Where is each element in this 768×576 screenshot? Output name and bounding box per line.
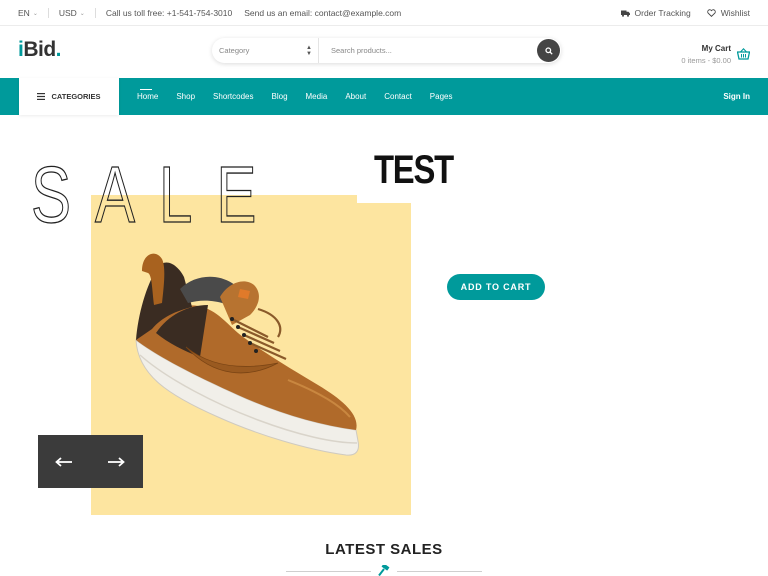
sale-text: SALE	[31, 150, 280, 227]
arrow-right-icon	[108, 456, 125, 467]
nav-item-shortcodes[interactable]: Shortcodes	[213, 78, 253, 115]
title-divider-right	[397, 571, 482, 572]
prev-slide-button[interactable]	[38, 435, 90, 488]
hero-slider: SALE TEST ADD TO CART	[0, 115, 768, 535]
order-tracking-label: Order Tracking	[634, 8, 691, 18]
sneaker-image	[135, 253, 359, 456]
nav-item-home[interactable]: Home	[137, 78, 158, 115]
top-bar: EN ⌄ USD ⌄ Call us toll free: +1-541-754…	[0, 0, 768, 26]
cart-title: My Cart	[701, 43, 731, 53]
add-to-cart-button[interactable]: ADD TO CART	[447, 274, 545, 300]
site-header: iBid. Category ▲▼ My Cart 0 items - $0.0…	[0, 26, 768, 78]
next-slide-button[interactable]	[90, 435, 142, 488]
divider	[94, 8, 96, 18]
heart-icon	[707, 9, 716, 17]
title-divider-left	[286, 571, 371, 572]
search-button[interactable]	[537, 39, 560, 62]
divider	[47, 8, 49, 18]
search-category-select[interactable]: Category ▲ ▼	[212, 38, 319, 63]
chevron-down-icon: ⌄	[79, 10, 85, 17]
wishlist-label: Wishlist	[720, 8, 750, 18]
nav-item-about[interactable]: About	[345, 78, 366, 115]
search-category-label: Category	[219, 46, 250, 55]
search-icon	[544, 46, 553, 55]
test-text: TEST	[374, 148, 454, 192]
nav-item-contact[interactable]: Contact	[384, 78, 412, 115]
sign-in-link[interactable]: Sign In	[723, 78, 750, 115]
currency-selector[interactable]: USD ⌄	[59, 8, 85, 18]
main-nav: CATEGORIES Home Shop Shortcodes Blog Med…	[0, 78, 768, 115]
hammer-icon	[378, 565, 390, 576]
logo-text: Bid	[23, 38, 56, 61]
search-bar: Category ▲ ▼	[212, 38, 561, 63]
site-logo[interactable]: iBid.	[18, 38, 62, 62]
language-label: EN	[18, 8, 30, 18]
currency-label: USD	[58, 8, 77, 18]
sale-outline-text: SALE	[31, 149, 280, 227]
top-bar-left: EN ⌄ USD ⌄ Call us toll free: +1-541-754…	[18, 0, 401, 26]
latest-sales-title: LATEST SALES	[325, 541, 443, 558]
mini-cart[interactable]: My Cart 0 items - $0.00	[681, 41, 750, 67]
basket-icon	[737, 48, 750, 60]
sort-arrows-icon: ▲ ▼	[306, 44, 312, 57]
order-tracking-link[interactable]: Order Tracking	[620, 8, 691, 18]
nav-item-media[interactable]: Media	[306, 78, 328, 115]
nav-item-pages[interactable]: Pages	[430, 78, 453, 115]
nav-menu: Home Shop Shortcodes Blog Media About Co…	[137, 78, 470, 115]
menu-icon	[37, 93, 46, 100]
wishlist-link[interactable]: Wishlist	[707, 8, 750, 18]
cart-summary: 0 items - $0.00	[681, 55, 731, 65]
chevron-down-icon: ⌄	[32, 10, 38, 17]
nav-item-blog[interactable]: Blog	[272, 78, 288, 115]
search-input[interactable]	[319, 38, 561, 63]
nav-item-shop[interactable]: Shop	[176, 78, 195, 115]
cart-texts: My Cart 0 items - $0.00	[681, 44, 731, 65]
logo-dot: .	[55, 38, 62, 61]
phone-text: Call us toll free: +1-541-754-3010	[105, 8, 233, 18]
arrow-left-icon	[55, 456, 72, 467]
email-text: Send us an email: contact@example.com	[244, 8, 402, 18]
categories-button[interactable]: CATEGORIES	[19, 78, 119, 115]
language-selector[interactable]: EN ⌄	[18, 8, 38, 18]
top-bar-right: Order Tracking Wishlist	[620, 0, 750, 26]
slider-arrows	[38, 435, 143, 488]
truck-icon	[620, 10, 630, 17]
categories-label: CATEGORIES	[51, 92, 101, 101]
